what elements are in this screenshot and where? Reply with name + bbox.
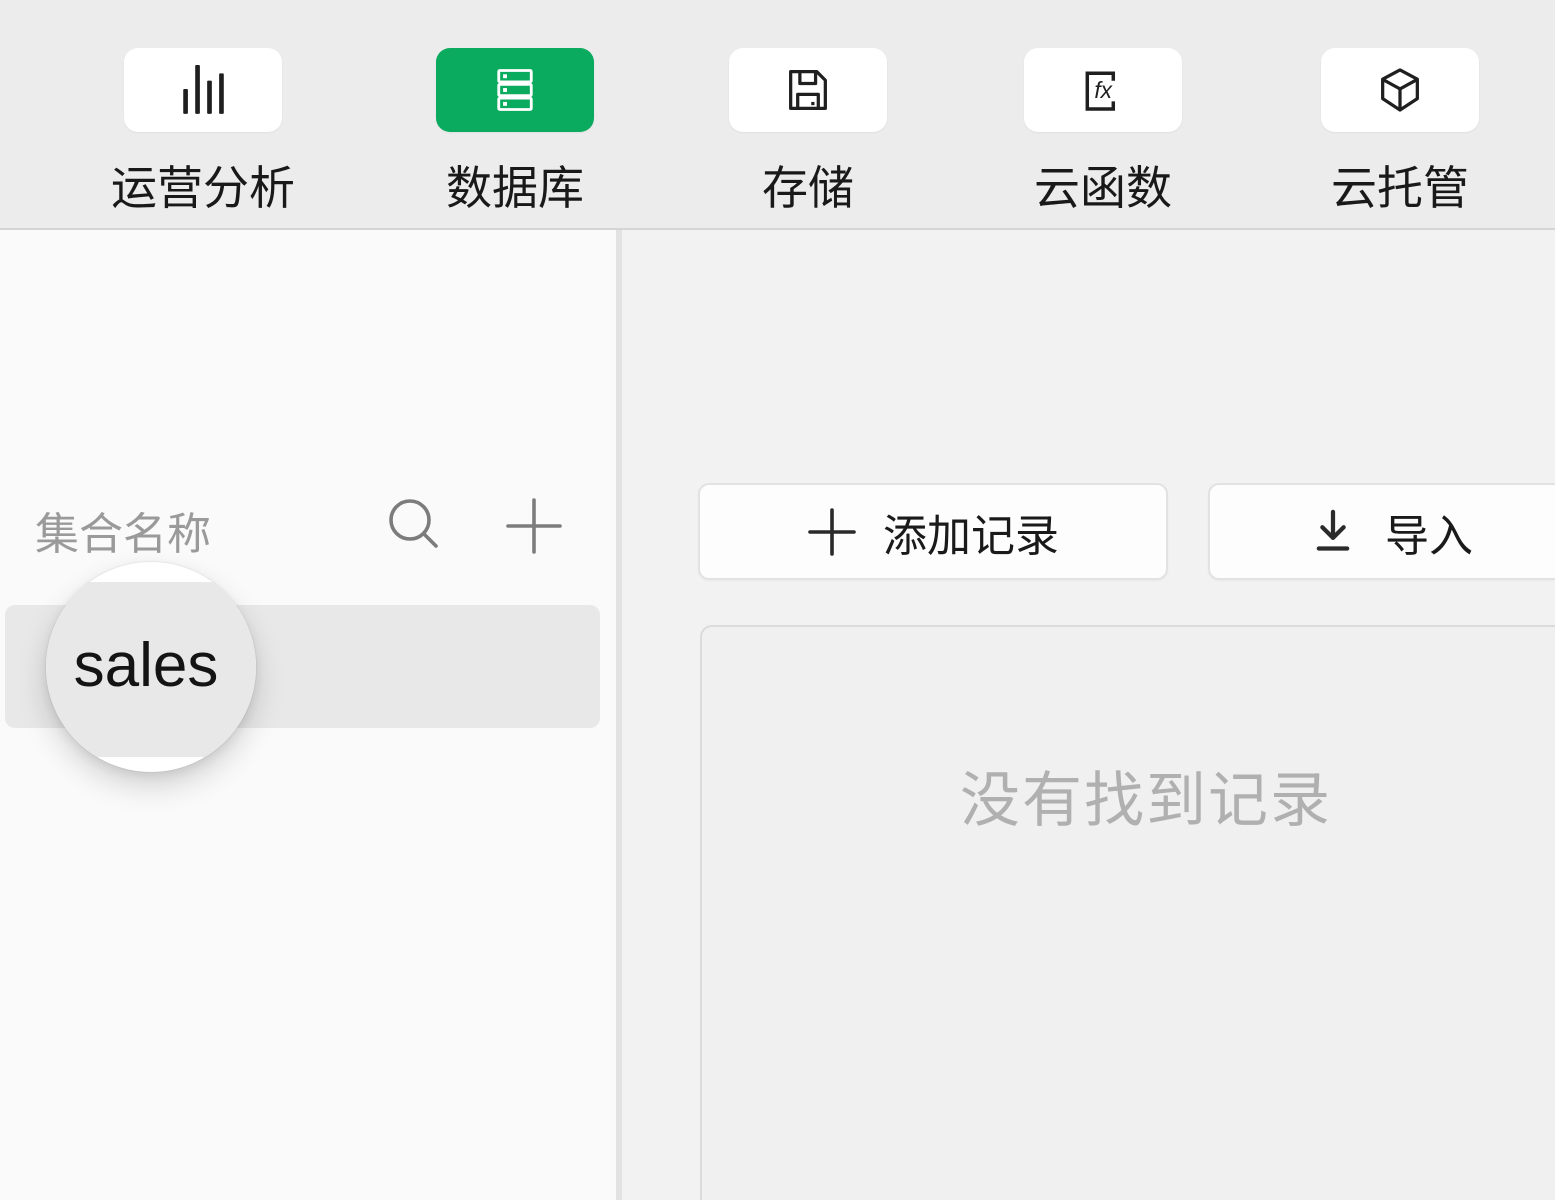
tab-database[interactable]: 数据库 — [430, 0, 600, 228]
tab-operations-analysis-button[interactable] — [124, 48, 282, 132]
collection-name-label: 集合名称 — [35, 498, 211, 562]
tab-operations-analysis[interactable]: 运营分析 — [118, 0, 288, 228]
add-record-label: 添加记录 — [883, 500, 1059, 564]
tab-operations-analysis-label: 运营分析 — [111, 152, 295, 218]
tab-cloud-functions[interactable]: fx 云函数 — [1018, 0, 1188, 228]
tab-cloud-functions-button[interactable]: fx — [1024, 48, 1182, 132]
tab-database-button[interactable] — [436, 48, 594, 132]
plus-icon — [506, 541, 562, 558]
collections-sidebar: 集合名称 sales — [0, 230, 616, 1200]
magnifier-loupe: sales — [46, 562, 256, 772]
no-records-text: 没有找到记录 — [702, 752, 1555, 839]
add-record-button[interactable]: 添加记录 — [698, 483, 1168, 580]
save-icon — [782, 64, 834, 116]
search-icon — [386, 539, 442, 556]
records-empty-panel: 没有找到记录 — [700, 625, 1555, 1200]
plus-icon — [807, 507, 857, 557]
search-collections-button[interactable] — [386, 496, 442, 552]
bar-chart-icon — [177, 64, 229, 116]
tab-database-label: 数据库 — [446, 152, 584, 218]
tab-cloud-hosting-label: 云托管 — [1331, 152, 1469, 218]
tab-cloud-hosting[interactable]: 云托管 — [1315, 0, 1485, 228]
import-label: 导入 — [1385, 500, 1473, 564]
collection-name-magnified: sales — [46, 562, 246, 768]
fx-icon: fx — [1077, 64, 1129, 116]
tab-storage-button[interactable] — [729, 48, 887, 132]
tab-storage[interactable]: 存储 — [723, 0, 893, 228]
svg-text:fx: fx — [1094, 77, 1113, 103]
database-icon — [489, 64, 541, 116]
cube-icon — [1374, 64, 1426, 116]
tab-storage-label: 存储 — [762, 152, 854, 218]
download-icon — [1307, 506, 1359, 558]
tab-cloud-functions-label: 云函数 — [1034, 152, 1172, 218]
tab-cloud-hosting-button[interactable] — [1321, 48, 1479, 132]
top-toolbar: 运营分析 数据库 — [0, 0, 1555, 230]
cloudbase-console: 运营分析 数据库 — [0, 0, 1555, 1200]
add-collection-button[interactable] — [506, 498, 562, 554]
import-button[interactable]: 导入 — [1208, 483, 1555, 580]
